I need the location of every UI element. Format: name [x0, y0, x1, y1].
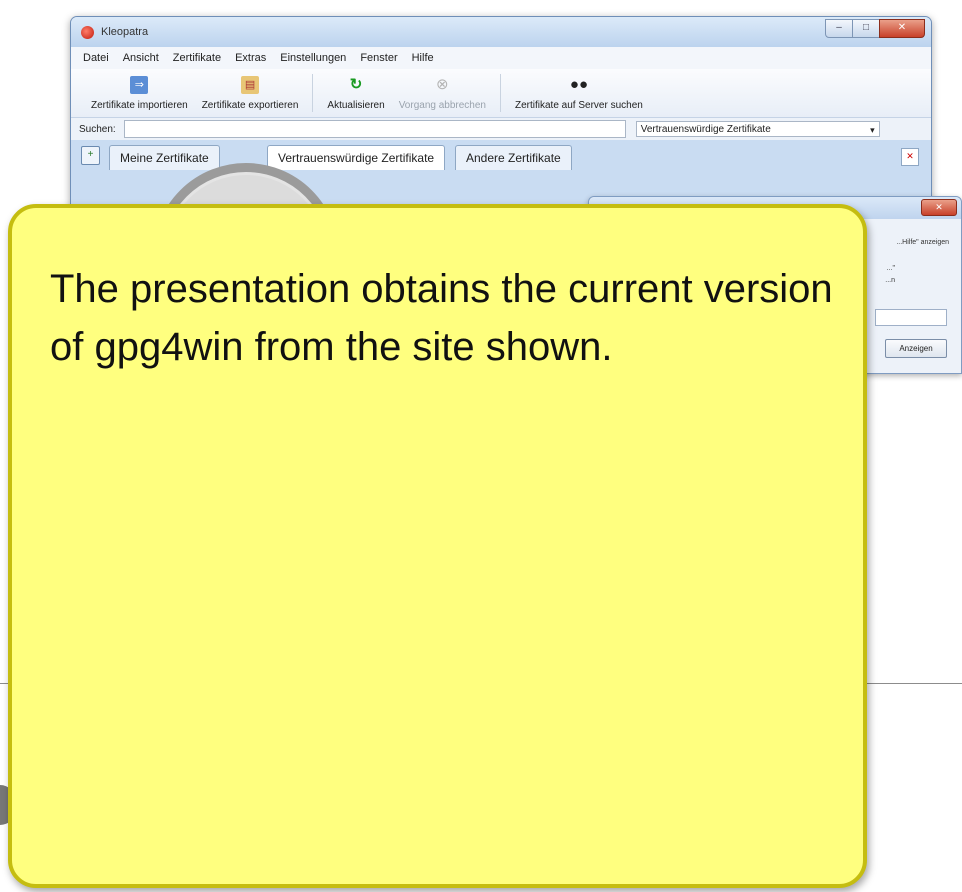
chevron-down-icon: ▾ [870, 125, 875, 135]
import-certificates-button[interactable]: ⇒ Zertifikate importieren [91, 76, 188, 117]
search-row: Suchen: Vertrauenswürdige Zertifikate ▾ [71, 118, 931, 140]
lookup-server-button[interactable]: ●● Zertifikate auf Server suchen [515, 76, 643, 117]
dialog-text: ...Hilfe" anzeigen [896, 239, 949, 246]
filter-selected-value: Vertrauenswürdige Zertifikate [640, 124, 771, 135]
dialog-input[interactable] [875, 309, 947, 326]
menu-zertifikate[interactable]: Zertifikate [173, 52, 221, 64]
dialog-close-button[interactable]: ✕ [921, 199, 957, 216]
title-bar: Kleopatra – □ ✕ [71, 17, 931, 47]
menu-einstellungen[interactable]: Einstellungen [280, 52, 346, 64]
tutorial-callout: The presentation obtains the current ver… [8, 204, 867, 888]
menu-hilfe[interactable]: Hilfe [412, 52, 434, 64]
callout-text: The presentation obtains the current ver… [50, 267, 833, 369]
export-label: Zertifikate exportieren [201, 100, 299, 111]
stop-icon: ⊗ [436, 76, 449, 93]
dialog-show-button[interactable]: Anzeigen [885, 339, 947, 358]
import-icon: ⇒ [130, 76, 149, 94]
cancel-operation-button[interactable]: ⊗ Vorgang abbrechen [399, 76, 486, 117]
close-tab-button[interactable]: ✕ [901, 148, 919, 166]
menu-bar: Datei Ansicht Zertifikate Extras Einstel… [71, 47, 931, 69]
binoculars-icon: ●● [569, 76, 589, 93]
window-title: Kleopatra [101, 26, 149, 38]
cancel-operation-label: Vorgang abbrechen [398, 100, 486, 111]
refresh-button[interactable]: ↻ Aktualisieren [327, 76, 384, 117]
tab-bar: + Meine Zertifikate Vertrauenswürdige Ze… [71, 140, 931, 170]
toolbar-separator [499, 74, 501, 112]
menu-extras[interactable]: Extras [235, 52, 266, 64]
menu-fenster[interactable]: Fenster [360, 52, 397, 64]
search-label: Suchen: [79, 123, 116, 135]
new-tab-button[interactable]: + [81, 146, 100, 165]
toolbar: ⇒ Zertifikate importieren ▤ Zertifikate … [71, 69, 931, 118]
close-button[interactable]: ✕ [879, 19, 925, 38]
menu-datei[interactable]: Datei [83, 52, 109, 64]
dialog-text: ...n [885, 277, 895, 284]
search-input[interactable] [123, 120, 626, 138]
tab-trusted-certificates[interactable]: Vertrauenswürdige Zertifikate [267, 145, 446, 170]
menu-ansicht[interactable]: Ansicht [123, 52, 159, 64]
dialog-text: ..." [886, 265, 895, 272]
tab-other-certificates[interactable]: Andere Zertifikate [455, 145, 572, 170]
tab-my-certificates[interactable]: Meine Zertifikate [109, 145, 220, 170]
export-certificates-button[interactable]: ▤ Zertifikate exportieren [201, 76, 299, 117]
minimize-button[interactable]: – [825, 19, 853, 38]
export-icon: ▤ [241, 76, 260, 94]
toolbar-separator [312, 74, 314, 112]
import-label: Zertifikate importieren [91, 100, 188, 111]
refresh-label: Aktualisieren [327, 100, 385, 111]
kleopatra-app-icon [81, 26, 94, 39]
refresh-icon: ↻ [349, 76, 363, 93]
maximize-button[interactable]: □ [852, 19, 880, 38]
lookup-server-label: Zertifikate auf Server suchen [514, 100, 643, 111]
certificate-filter-select[interactable]: Vertrauenswürdige Zertifikate ▾ [635, 121, 880, 137]
